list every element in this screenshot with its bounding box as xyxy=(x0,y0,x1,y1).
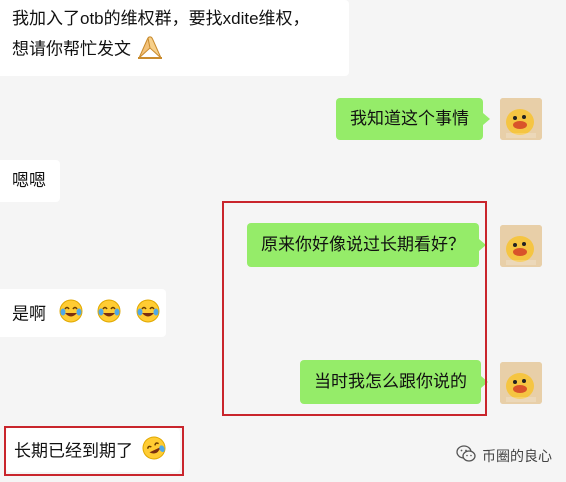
chat-area: 我加入了otb的维权群，要找xdite维权， 想请你帮忙发文 我知道这个事情 嗯 xyxy=(0,0,566,482)
message-text: 当时我怎么跟你说的 xyxy=(314,372,467,391)
duck-avatar-icon xyxy=(500,362,542,404)
wechat-icon xyxy=(456,445,476,466)
message-text: 想请你帮忙发文 xyxy=(12,32,349,68)
message-text: 是啊 xyxy=(12,304,46,324)
tears-of-joy-emoji-icon xyxy=(97,299,121,331)
duck-avatar-icon xyxy=(500,225,542,267)
message-text: 长期已经到期了 xyxy=(14,441,133,461)
watermark-text: 币圈的良心 xyxy=(482,447,552,464)
avatar[interactable] xyxy=(500,225,542,267)
message-bubble-incoming[interactable]: 嗯嗯 xyxy=(0,160,60,202)
message-text: 我加入了otb的维权群，要找xdite维权， xyxy=(12,9,310,28)
watermark: 币圈的良心 xyxy=(456,445,552,466)
tears-of-joy-emoji-icon xyxy=(59,299,83,331)
message-bubble-incoming[interactable]: 长期已经到期了 xyxy=(6,428,180,472)
avatar[interactable] xyxy=(500,98,542,140)
avatar[interactable] xyxy=(500,362,542,404)
rolling-laughing-emoji-icon xyxy=(142,436,166,468)
message-bubble-incoming[interactable]: 是啊 xyxy=(0,289,166,337)
message-bubble-outgoing[interactable]: 我知道这个事情 xyxy=(336,98,490,140)
message-text: 原来你好像说过长期看好？ xyxy=(261,235,465,254)
message-bubble-incoming[interactable]: 我加入了otb的维权群，要找xdite维权， 想请你帮忙发文 xyxy=(0,0,349,76)
tears-of-joy-emoji-icon xyxy=(136,299,160,331)
message-text: 我知道这个事情 xyxy=(350,109,469,128)
message-bubble-outgoing[interactable]: 原来你好像说过长期看好？ xyxy=(247,223,486,267)
message-bubble-outgoing[interactable]: 当时我怎么跟你说的 xyxy=(300,360,488,404)
message-text: 嗯嗯 xyxy=(12,171,46,190)
praying-hands-emoji-icon xyxy=(135,32,165,68)
duck-avatar-icon xyxy=(500,98,542,140)
